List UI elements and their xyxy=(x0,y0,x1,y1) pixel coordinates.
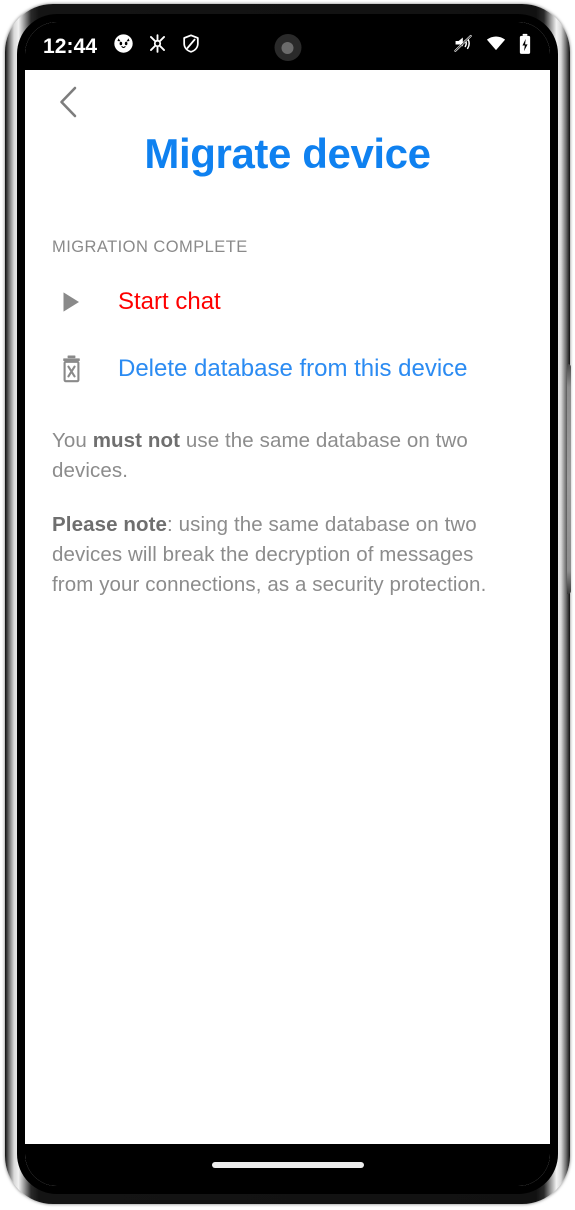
status-bar-left-icons xyxy=(113,33,201,59)
start-chat-label: Start chat xyxy=(118,287,221,315)
shield-icon xyxy=(181,33,201,59)
status-bar-right-icons xyxy=(452,33,532,60)
camera-lens xyxy=(281,41,294,54)
status-bar: 12:44 xyxy=(25,22,550,70)
front-camera-punch-hole xyxy=(274,34,301,61)
system-navigation-bar xyxy=(25,1144,550,1186)
volume-mute-icon xyxy=(452,33,474,59)
app-content: Migrate device MIGRATION COMPLETE Start … xyxy=(25,70,550,1144)
cat-face-icon xyxy=(113,33,134,59)
warning-bold: must not xyxy=(92,429,181,453)
power-button[interactable] xyxy=(567,364,571,594)
phone-device-frame: 12:44 Migrate device MIGRATION COMPLETE … xyxy=(5,4,571,1204)
play-triangle-icon xyxy=(52,289,92,315)
delete-database-row[interactable]: Delete database from this device xyxy=(25,341,550,397)
home-gesture-pill[interactable] xyxy=(211,1162,364,1168)
wifi-icon xyxy=(485,33,507,59)
trash-delete-icon xyxy=(52,354,92,384)
page-title: Migrate device xyxy=(144,130,431,177)
molecule-icon xyxy=(147,33,168,59)
warning-paragraph: You must not use the same database on tw… xyxy=(25,397,550,486)
back-button[interactable] xyxy=(43,78,95,130)
status-bar-clock: 12:44 xyxy=(43,34,98,58)
section-header-migration-complete: MIGRATION COMPLETE xyxy=(52,238,248,257)
warning-lead: You xyxy=(52,429,93,453)
delete-database-label: Delete database from this device xyxy=(118,354,468,382)
chevron-left-icon xyxy=(56,85,82,124)
note-bold: Please note xyxy=(52,513,168,537)
battery-charging-icon xyxy=(518,33,532,60)
note-paragraph: Please note: using the same database on … xyxy=(25,486,550,600)
start-chat-row[interactable]: Start chat xyxy=(25,274,550,330)
phone-screen: 12:44 Migrate device MIGRATION COMPLETE … xyxy=(25,22,550,1186)
